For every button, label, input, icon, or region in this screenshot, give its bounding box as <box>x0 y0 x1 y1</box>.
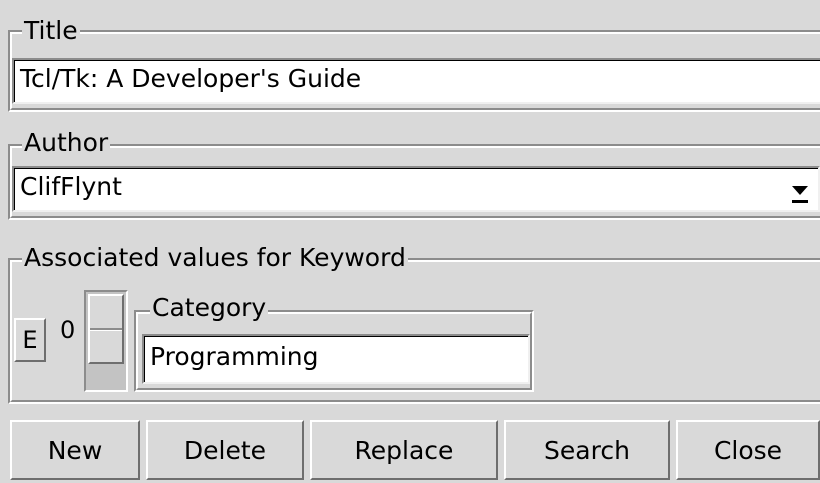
chevron-down-icon <box>792 186 808 195</box>
keyword-scale[interactable] <box>84 290 128 392</box>
book-entry-window: Title Tcl/Tk: A Developer's Guide Author… <box>0 0 820 483</box>
title-legend: Title <box>22 16 80 46</box>
close-button[interactable]: Close <box>676 420 820 480</box>
author-dropdown-button[interactable] <box>786 180 816 210</box>
category-input[interactable]: Programming <box>142 334 530 384</box>
scale-value-label: 0 <box>60 316 76 344</box>
keyword-scale-slider[interactable] <box>88 294 124 364</box>
author-combobox[interactable]: ClifFlynt <box>12 166 820 212</box>
delete-button[interactable]: Delete <box>146 420 304 480</box>
edit-button[interactable]: E <box>14 318 46 362</box>
new-button[interactable]: New <box>10 420 140 480</box>
keyword-legend: Associated values for Keyword <box>22 243 408 273</box>
author-legend: Author <box>22 128 111 158</box>
category-legend: Category <box>150 293 269 323</box>
title-input[interactable]: Tcl/Tk: A Developer's Guide <box>12 58 820 104</box>
chevron-down-icon-bar <box>792 200 808 203</box>
replace-button[interactable]: Replace <box>310 420 498 480</box>
search-button[interactable]: Search <box>504 420 670 480</box>
